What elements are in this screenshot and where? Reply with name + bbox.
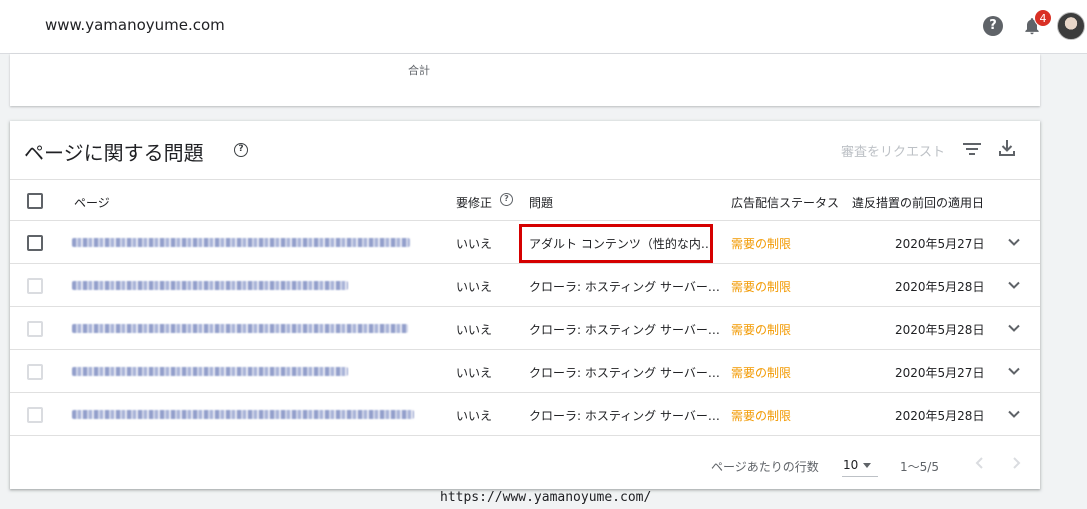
chevron-down-icon[interactable] [1007, 321, 1021, 335]
chevron-down-icon[interactable] [1007, 278, 1021, 292]
filter-icon[interactable] [963, 141, 981, 157]
last-applied-date: 2020年5月27日 [895, 237, 985, 251]
rows-per-page-select[interactable]: 10 [842, 455, 878, 477]
download-icon[interactable] [999, 139, 1015, 157]
page-issues-card: ページに関する問題 ? 審査をリクエスト ページ 要修正 ? 問題 広告配信ステ… [10, 121, 1040, 489]
fix-required-value: いいえ [456, 280, 493, 294]
page-url-blurred[interactable] [72, 410, 414, 419]
last-applied-date: 2020年5月28日 [895, 280, 985, 294]
last-applied-date: 2020年5月27日 [895, 366, 985, 380]
column-header-issue[interactable]: 問題 [529, 194, 553, 211]
select-all-checkbox[interactable] [27, 193, 43, 209]
top-app-bar: www.yamanoyume.com ? 4 [0, 0, 1087, 54]
caret-down-icon [863, 463, 871, 468]
fix-required-value: いいえ [456, 237, 493, 251]
rows-per-page-value: 10 [843, 458, 859, 472]
issue-value: クローラ: ホスティング サーバー… [529, 280, 720, 294]
notifications-button[interactable]: 4 [1022, 9, 1052, 38]
ad-status-value: 需要の制限 [731, 409, 792, 423]
column-header-fix-required[interactable]: 要修正 [456, 194, 492, 211]
source-url-caption: https://www.yamanoyume.com/ [440, 490, 652, 505]
column-header-ad-status[interactable]: 広告配信ステータス [731, 194, 839, 211]
fix-required-value: いいえ [456, 323, 493, 337]
chevron-down-icon[interactable] [1007, 364, 1021, 378]
pagination-range: 1〜5/5 [900, 460, 939, 474]
fix-required-value: いいえ [456, 366, 493, 380]
row-checkbox[interactable] [27, 321, 43, 337]
table-row[interactable]: いいえ クローラ: ホスティング サーバー… 需要の制限 2020年5月28日 [10, 393, 1040, 436]
chevron-down-icon[interactable] [1007, 235, 1021, 249]
issue-value: クローラ: ホスティング サーバー… [529, 323, 720, 337]
last-applied-date: 2020年5月28日 [895, 409, 985, 423]
row-checkbox[interactable] [27, 407, 43, 423]
page-url-blurred[interactable] [72, 238, 410, 247]
row-checkbox[interactable] [27, 364, 43, 380]
issue-value: クローラ: ホスティング サーバー… [529, 366, 720, 380]
card-title: ページに関する問題 [24, 141, 204, 165]
ad-status-value: 需要の制限 [731, 323, 792, 337]
pagination: ページあたりの行数 10 1〜5/5 [10, 446, 1040, 486]
table-header: ページ 要修正 ? 問題 広告配信ステータス 違反措置の前回の適用日 [10, 179, 1040, 221]
site-name[interactable]: www.yamanoyume.com [45, 16, 225, 34]
row-checkbox[interactable] [27, 235, 43, 251]
ad-status-value: 需要の制限 [731, 366, 792, 380]
table-row[interactable]: いいえ クローラ: ホスティング サーバー… 需要の制限 2020年5月28日 [10, 307, 1040, 350]
avatar[interactable] [1057, 12, 1085, 40]
last-applied-date: 2020年5月28日 [895, 323, 985, 337]
issue-value: クローラ: ホスティング サーバー… [529, 409, 720, 423]
column-header-page[interactable]: ページ [74, 194, 110, 211]
summary-card: 合計 [10, 54, 1040, 106]
notification-count-badge: 4 [1034, 9, 1052, 27]
page-url-blurred[interactable] [72, 324, 408, 333]
column-header-last-applied[interactable]: 違反措置の前回の適用日 [852, 194, 984, 211]
ad-status-value: 需要の制限 [731, 280, 792, 294]
table-row[interactable]: いいえ クローラ: ホスティング サーバー… 需要の制限 2020年5月28日 [10, 264, 1040, 307]
total-label: 合計 [408, 64, 430, 77]
page-url-blurred[interactable] [72, 367, 348, 376]
help-outline-icon[interactable]: ? [234, 143, 248, 157]
help-outline-icon[interactable]: ? [500, 193, 513, 206]
chevron-down-icon[interactable] [1007, 407, 1021, 421]
table-row[interactable]: いいえ アダルト コンテンツ（性的な内… 需要の制限 2020年5月27日 [10, 221, 1040, 264]
highlight-box [519, 224, 713, 263]
rows-per-page-label: ページあたりの行数 [711, 460, 819, 474]
ad-status-value: 需要の制限 [731, 237, 792, 251]
table-row[interactable]: いいえ クローラ: ホスティング サーバー… 需要の制限 2020年5月27日 [10, 350, 1040, 393]
request-review-button[interactable]: 審査をリクエスト [841, 141, 945, 160]
row-checkbox[interactable] [27, 278, 43, 294]
chevron-right-icon[interactable] [1010, 456, 1022, 470]
chevron-left-icon[interactable] [974, 456, 986, 470]
help-icon[interactable]: ? [983, 16, 1003, 36]
page-url-blurred[interactable] [72, 281, 348, 290]
fix-required-value: いいえ [456, 409, 493, 423]
